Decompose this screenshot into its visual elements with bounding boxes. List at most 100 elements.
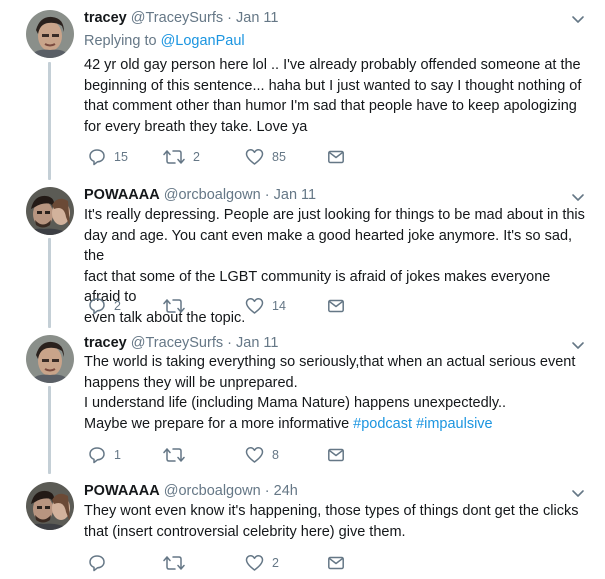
thread-connector [48,238,51,328]
tweet-actions: 2 14 [84,296,484,316]
tweet-text-line: beginning of this sentence... haha but I… [84,77,582,94]
tweet-actions: 15 2 85 [84,147,484,167]
timestamp[interactable]: Jan 11 [274,187,316,203]
user-handle[interactable]: @TraceySurfs [131,335,223,351]
retweet-count: 2 [193,150,200,164]
user-handle[interactable]: @orcboalgown [164,483,261,499]
replying-to-link[interactable]: @LoganPaul [161,33,245,49]
chevron-down-icon[interactable] [571,338,585,352]
like-count: 2 [272,556,279,570]
like-button[interactable]: 8 [245,445,279,465]
envelope-icon [328,150,344,164]
direct-message-button[interactable] [327,296,345,316]
avatar[interactable] [26,187,74,235]
like-button[interactable]: 14 [245,296,286,316]
heart-icon [245,447,264,463]
tweet-text-line: day and age. You cant even make a good h… [84,227,573,265]
timestamp[interactable]: 24h [274,483,298,499]
display-name[interactable]: tracey [84,10,127,26]
tweet-text-line: It's really depressing. People are just … [84,207,585,223]
timestamp[interactable]: Jan 11 [236,10,278,26]
envelope-icon [328,556,344,570]
heart-icon [245,298,264,314]
retweet-icon [163,299,185,313]
direct-message-button[interactable] [327,553,345,573]
hashtag-link[interactable]: #podcast [353,416,412,432]
tweet-text-line: I understand life (including Mama Nature… [84,395,507,411]
tweet-text: 42 yr old gay person here lol .. I've al… [84,55,589,137]
heart-icon [245,149,264,165]
retweet-button[interactable]: 2 [163,147,200,167]
reply-button[interactable] [88,553,114,573]
display-name[interactable]: POWAAAA [84,483,160,499]
tweet-text-fragment: Maybe we prepare for a more informative [84,415,354,432]
tweet-text-line: that comment other than humor I'm sad th… [84,98,577,114]
separator: · [264,187,270,203]
reply-button[interactable]: 15 [88,147,128,167]
display-name[interactable]: POWAAAA [84,187,160,203]
chevron-down-icon[interactable] [571,486,585,500]
replying-to-label: Replying to [84,33,161,49]
like-count: 14 [272,299,286,313]
separator: · [264,483,270,499]
heart-icon [245,555,264,571]
tweet-actions: 1 8 [84,445,484,465]
reply-icon [89,149,105,166]
like-button[interactable]: 2 [245,553,279,573]
tweet[interactable]: POWAAAA @orcboalgown · 24h They wont eve… [0,474,605,579]
chevron-down-icon[interactable] [571,12,585,26]
tweet-header: tracey @TraceySurfs · Jan 11 [84,334,278,352]
avatar[interactable] [26,10,74,58]
thread-connector [48,386,51,474]
tweet[interactable]: tracey @TraceySurfs · Jan 11 Replying to… [0,0,605,182]
reply-icon [89,298,105,315]
tweet-text-line: The world is taking everything so seriou… [84,354,576,370]
tweet-text-line: for every breath they take. Love ya [84,118,308,135]
tweet-text-line: that (insert controversial celebrity her… [84,523,406,540]
separator: · [227,10,232,26]
reply-count: 2 [114,299,121,313]
tweet-header: tracey @TraceySurfs · Jan 11 [84,9,278,27]
user-handle[interactable]: @TraceySurfs [131,10,223,26]
chevron-down-icon[interactable] [571,190,585,204]
display-name[interactable]: tracey [84,335,127,351]
reply-button[interactable]: 2 [88,296,121,316]
retweet-icon [163,448,185,462]
retweet-icon [163,150,185,164]
retweet-icon [163,556,185,570]
like-count: 85 [272,150,286,164]
avatar[interactable] [26,482,74,530]
like-button[interactable]: 85 [245,147,286,167]
tweet-text: The world is taking everything so seriou… [84,352,589,434]
tweet-text-line: Maybe we prepare for a more informative … [84,414,589,435]
reply-icon [89,447,105,464]
reply-icon [89,555,105,572]
direct-message-button[interactable] [327,147,345,167]
replying-to: Replying to @LoganPaul [84,33,245,49]
retweet-button[interactable] [163,296,193,316]
reply-button[interactable]: 1 [88,445,121,465]
tweet-text-line: happens they will be unprepared. [84,374,298,391]
retweet-button[interactable] [163,553,193,573]
tweet-header: POWAAAA @orcboalgown · 24h [84,482,298,500]
tweet[interactable]: tracey @TraceySurfs · Jan 11 The world i… [0,328,605,474]
envelope-icon [328,299,344,313]
tweet-text-line: 42 yr old gay person here lol .. I've al… [84,57,581,73]
direct-message-button[interactable] [327,445,345,465]
separator: · [227,335,232,351]
hashtag-link[interactable]: #impaulsive [416,416,493,432]
tweet-text: They wont even know it's happening, thos… [84,501,589,542]
avatar[interactable] [26,335,74,383]
tweet[interactable]: POWAAAA @orcboalgown · Jan 11 It's reall… [0,182,605,328]
retweet-button[interactable] [163,445,193,465]
reply-count: 1 [114,448,121,462]
tweet-header: POWAAAA @orcboalgown · Jan 11 [84,186,316,204]
reply-count: 15 [114,150,128,164]
envelope-icon [328,448,344,462]
tweet-actions: 2 [84,553,484,573]
timestamp[interactable]: Jan 11 [236,335,278,351]
user-handle[interactable]: @orcboalgown [164,187,261,203]
thread-connector [48,62,51,180]
conversation-thread: tracey @TraceySurfs · Jan 11 Replying to… [0,0,605,579]
like-count: 8 [272,448,279,462]
